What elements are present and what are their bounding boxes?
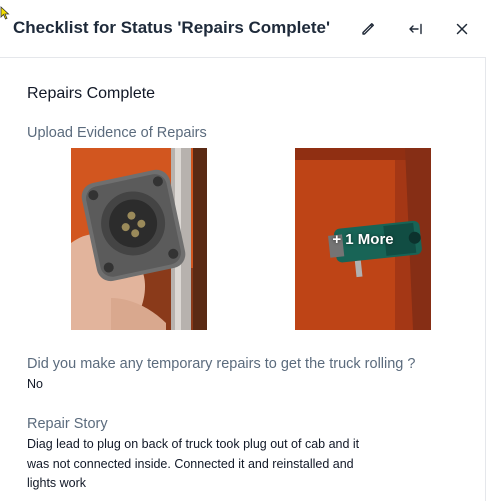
collapse-left-icon <box>408 21 424 37</box>
repair-story-line: lights work <box>27 476 87 490</box>
repair-story-line: Diag lead to plug on back of truck took … <box>27 437 360 451</box>
repair-story-text: Diag lead to plug on back of truck took … <box>27 435 359 494</box>
close-icon <box>455 22 469 36</box>
upload-evidence-label: Upload Evidence of Repairs <box>27 125 207 141</box>
repair-story-label: Repair Story <box>27 416 108 432</box>
temporary-repairs-question: Did you make any temporary repairs to ge… <box>27 356 416 372</box>
evidence-photo-2[interactable]: + 1 More <box>295 148 431 330</box>
repair-story-line: was not connected inside. Connected it a… <box>27 456 354 471</box>
evidence-photo-1[interactable] <box>71 148 207 330</box>
collapse-panel-button[interactable] <box>401 14 431 44</box>
edit-button[interactable] <box>353 14 383 44</box>
close-button[interactable] <box>447 14 477 44</box>
temporary-repairs-answer: No <box>27 377 43 391</box>
section-title: Repairs Complete <box>27 85 156 102</box>
more-photos-overlay[interactable]: + 1 More <box>295 148 431 330</box>
panel-title: Checklist for Status 'Repairs Complete' <box>13 18 330 37</box>
panel-header: Checklist for Status 'Repairs Complete' <box>0 0 486 58</box>
edit-pencil-icon <box>360 21 376 37</box>
